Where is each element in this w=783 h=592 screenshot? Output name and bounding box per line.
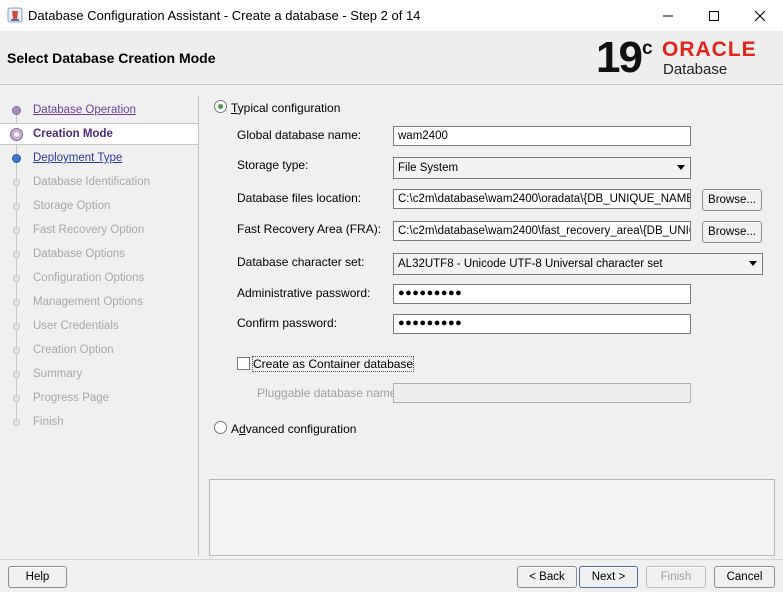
nav-step-creation-option: Creation Option: [0, 340, 198, 362]
nav-step-label: Database Identification: [33, 176, 150, 188]
admin-password-label: Administrative password:: [237, 286, 371, 300]
message-area: [209, 479, 775, 556]
step-pending-icon: [13, 203, 20, 210]
charset-select[interactable]: AL32UTF8 - Unicode UTF-8 Universal chara…: [393, 253, 763, 275]
window-titlebar: Database Configuration Assistant - Creat…: [0, 0, 783, 31]
nav-step-database-options: Database Options: [0, 244, 198, 266]
step-pending-icon: [13, 227, 20, 234]
nav-step-configuration-options: Configuration Options: [0, 268, 198, 290]
typical-config-label-text: ypical configuration: [237, 101, 341, 115]
db-files-browse-button[interactable]: Browse...: [702, 189, 762, 211]
step-current-icon: [10, 128, 23, 141]
nav-step-database-identification: Database Identification: [0, 172, 198, 194]
pluggable-db-name-input: [393, 383, 691, 403]
step-done-icon: [12, 106, 21, 115]
advanced-config-mnemonic: d: [239, 422, 246, 436]
cancel-button[interactable]: Cancel: [714, 566, 775, 588]
step-pending-icon: [13, 347, 20, 354]
nav-step-deployment-type[interactable]: Deployment Type: [0, 148, 198, 170]
logo-brand: ORACLE: [662, 38, 757, 61]
step-pending-icon: [13, 419, 20, 426]
fra-browse-button[interactable]: Browse...: [702, 221, 762, 243]
global-db-name-input[interactable]: wam2400: [393, 126, 691, 146]
minimize-button[interactable]: [645, 0, 691, 31]
step-pending-icon: [13, 275, 20, 282]
footer-divider: [0, 559, 783, 560]
nav-step-finish: Finish: [0, 412, 198, 434]
storage-type-label: Storage type:: [237, 158, 309, 172]
nav-step-label: Storage Option: [33, 200, 111, 212]
step-pending-icon: [13, 395, 20, 402]
nav-step-storage-option: Storage Option: [0, 196, 198, 218]
fra-input[interactable]: C:\c2m\database\wam2400\fast_recovery_ar…: [393, 221, 691, 241]
nav-step-label: Database Operation: [33, 104, 136, 116]
nav-step-label: Configuration Options: [33, 272, 145, 284]
nav-step-database-operation[interactable]: Database Operation: [0, 100, 198, 122]
charset-value: AL32UTF8 - Unicode UTF-8 Universal chara…: [398, 258, 663, 270]
typical-config-mnemonic: T: [231, 101, 238, 115]
storage-type-select[interactable]: File System: [393, 157, 691, 179]
step-pending-icon: [13, 371, 20, 378]
nav-step-management-options: Management Options: [0, 292, 198, 314]
nav-step-label: Fast Recovery Option: [33, 224, 145, 236]
advanced-config-label[interactable]: Advanced configuration: [231, 422, 356, 436]
admin-password-input[interactable]: ●●●●●●●●●: [393, 284, 691, 304]
charset-label: Database character set:: [237, 255, 365, 269]
pluggable-db-name-label: Pluggable database name:: [257, 386, 400, 400]
chevron-down-icon: [677, 165, 685, 170]
step-navigation: Database Operation Creation Mode Deploym…: [0, 96, 199, 556]
confirm-password-label: Confirm password:: [237, 316, 338, 330]
nav-step-label: Creation Mode: [33, 128, 113, 140]
help-button[interactable]: Help: [8, 566, 67, 588]
nav-step-progress-page: Progress Page: [0, 388, 198, 410]
nav-step-user-credentials: User Credentials: [0, 316, 198, 338]
close-button[interactable]: [737, 0, 783, 31]
close-icon: [754, 10, 766, 21]
global-db-name-label: Global database name:: [237, 128, 362, 142]
finish-button: Finish: [646, 566, 706, 588]
nav-step-label: Deployment Type: [33, 152, 123, 164]
dbca-app-icon: [7, 7, 23, 23]
step-pending-icon: [13, 299, 20, 306]
advanced-config-label-text: vanced configuration: [245, 422, 357, 436]
maximize-icon: [709, 10, 719, 21]
nav-step-label: Finish: [33, 416, 64, 428]
chevron-down-icon: [749, 261, 757, 266]
back-button[interactable]: < Back: [517, 566, 577, 588]
nav-step-label: Progress Page: [33, 392, 110, 404]
page-title: Select Database Creation Mode: [7, 50, 216, 66]
step-pending-icon: [13, 251, 20, 258]
logo-version: 19: [596, 33, 643, 82]
advanced-config-label-pre: A: [231, 422, 240, 436]
db-files-location-input[interactable]: C:\c2m\database\wam2400\oradata\{DB_UNIQ…: [393, 189, 691, 209]
minimize-icon: [663, 15, 673, 16]
nav-step-creation-mode[interactable]: Creation Mode: [0, 123, 198, 145]
next-button[interactable]: Next >: [579, 566, 638, 588]
step-next-icon: [12, 154, 21, 163]
container-db-checkbox[interactable]: [237, 357, 250, 370]
nav-step-label: Database Options: [33, 248, 126, 260]
storage-type-value: File System: [398, 162, 459, 174]
logo-version-suffix: c: [642, 38, 653, 59]
nav-step-summary: Summary: [0, 364, 198, 386]
fra-label: Fast Recovery Area (FRA):: [237, 222, 382, 236]
typical-config-radio[interactable]: [214, 100, 227, 113]
nav-step-label: Creation Option: [33, 344, 114, 356]
advanced-config-radio[interactable]: [214, 421, 227, 434]
container-db-label[interactable]: Create as Container database: [251, 356, 415, 372]
confirm-password-input[interactable]: ●●●●●●●●●: [393, 314, 691, 334]
nav-step-label: User Credentials: [33, 320, 119, 332]
page-header: Select Database Creation Mode 19 c ORACL…: [0, 31, 783, 85]
typical-config-label[interactable]: Typical configuration: [231, 101, 340, 115]
nav-step-label: Management Options: [33, 296, 143, 308]
step-pending-icon: [13, 323, 20, 330]
db-files-location-label: Database files location:: [237, 191, 362, 205]
logo-product: Database: [663, 61, 728, 78]
nav-step-fast-recovery-option: Fast Recovery Option: [0, 220, 198, 242]
nav-step-label: Summary: [33, 368, 83, 380]
step-pending-icon: [13, 179, 20, 186]
window-title: Database Configuration Assistant - Creat…: [28, 8, 421, 23]
maximize-button[interactable]: [691, 0, 737, 31]
